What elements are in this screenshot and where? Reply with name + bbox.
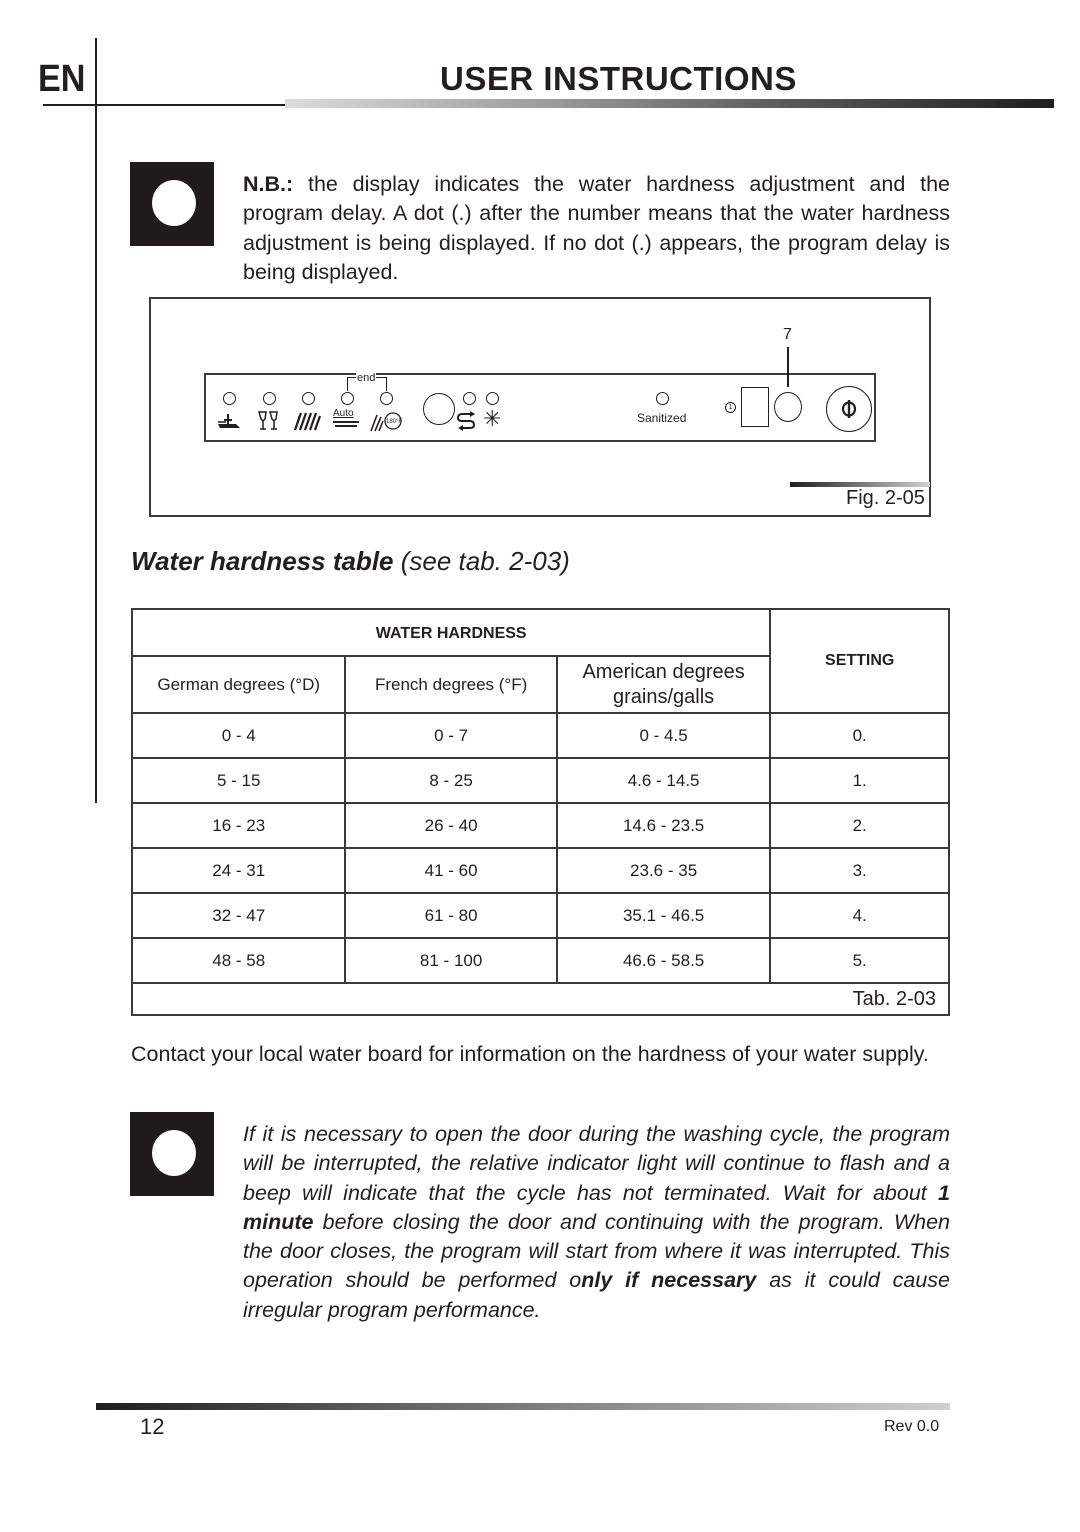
cell-setting: 2. — [769, 802, 950, 849]
table-row: 0 - 4 0 - 7 0 - 4.5 0. — [130, 712, 950, 759]
note-paragraph: N.B.: the display indicates the water ha… — [243, 170, 950, 287]
cell-american: 35.1 - 46.5 — [555, 892, 772, 939]
cell-french: 41 - 60 — [344, 847, 558, 894]
auto-label: Auto — [333, 408, 354, 419]
table-header-row: WATER HARDNESS SETTING — [130, 608, 950, 714]
cell-american: 46.6 - 58.5 — [555, 937, 772, 984]
auto-wash-icon: Auto — [333, 408, 361, 428]
indicator-led — [223, 392, 236, 405]
cell-american: 4.6 - 14.5 — [555, 757, 772, 804]
cell-german: 16 - 23 — [130, 802, 347, 849]
delay-icon: 1 — [725, 402, 736, 413]
cell-german: 5 - 15 — [130, 757, 347, 804]
section-heading-ref: (see tab. 2-03) — [393, 546, 570, 576]
cell-setting: 4. — [769, 892, 950, 939]
cell-american: 23.6 - 35 — [555, 847, 772, 894]
half-load-icon — [456, 410, 480, 437]
power-button[interactable] — [826, 386, 872, 432]
figure-caption: Fig. 2-05 — [846, 487, 925, 509]
cell-french: 8 - 25 — [344, 757, 558, 804]
table-row: 16 - 23 26 - 40 14.6 - 23.5 2. — [130, 802, 950, 849]
cell-german: 32 - 47 — [130, 892, 347, 939]
warning-text-1: If it is necessary to open the door duri… — [243, 1122, 950, 1205]
cell-setting: 0. — [769, 712, 950, 759]
revision-label: Rev 0.0 — [884, 1418, 940, 1435]
cell-german: 0 - 4 — [130, 712, 347, 759]
table-row: 5 - 15 8 - 25 4.6 - 14.5 1. — [130, 757, 950, 804]
cell-french: 26 - 40 — [344, 802, 558, 849]
setting-header: SETTING — [769, 608, 950, 714]
cell-setting: 5. — [769, 937, 950, 984]
note-circle-icon — [130, 162, 214, 246]
indicator-led — [656, 392, 669, 405]
col-header-american: American degrees grains/galls — [555, 655, 772, 714]
note-label: N.B.: — [243, 172, 294, 196]
table-row: 32 - 47 61 - 80 35.1 - 46.5 4. — [130, 892, 950, 939]
note-circle-icon — [130, 1112, 214, 1196]
glasses-icon — [257, 410, 279, 436]
cell-french: 0 - 7 — [344, 712, 558, 759]
callout-line — [787, 347, 789, 387]
indicator-led — [486, 392, 499, 405]
col-header-french: French degrees (°F) — [344, 655, 558, 714]
rinse-icon — [293, 410, 322, 436]
cell-setting: 1. — [769, 757, 950, 804]
rinse-aid-icon: ✳ — [483, 406, 502, 431]
indicator-led — [302, 392, 315, 405]
cell-german: 48 - 58 — [130, 937, 347, 984]
page-number: 12 — [140, 1414, 165, 1439]
group-header: WATER HARDNESS — [130, 608, 772, 657]
pots-pans-icon — [216, 410, 242, 436]
footer-gradient-bar — [96, 1403, 950, 1410]
indicator-led — [380, 392, 393, 405]
cell-american: 0 - 4.5 — [555, 712, 772, 759]
table-row: 48 - 58 81 - 100 46.6 - 58.5 5. — [130, 937, 950, 984]
indicator-led — [341, 392, 354, 405]
indicator-led — [263, 392, 276, 405]
cell-setting: 3. — [769, 847, 950, 894]
table-caption-row: Tab. 2-03 — [131, 982, 950, 1016]
section-heading: Water hardness table (see tab. 2-03) — [131, 546, 570, 577]
language-code: EN — [38, 58, 86, 100]
section-heading-bold: Water hardness table — [131, 546, 394, 576]
end-label: end — [356, 372, 377, 384]
note-text: the display indicates the water hardness… — [243, 172, 950, 284]
cell-american: 14.6 - 23.5 — [555, 802, 772, 849]
water-hardness-table: WATER HARDNESS SETTING German degrees (°… — [130, 608, 950, 1016]
table-caption: Tab. 2-03 — [131, 982, 950, 1016]
callout-number: 7 — [783, 326, 792, 343]
title-gradient-bar — [285, 99, 1054, 108]
warning-bold-2: nly if necessary — [581, 1268, 757, 1293]
sanitize-wash-icon: 180°F — [369, 409, 403, 438]
header-rule — [43, 104, 288, 106]
cell-french: 61 - 80 — [344, 892, 558, 939]
cell-german: 24 - 31 — [130, 847, 347, 894]
power-icon — [841, 399, 856, 418]
contact-paragraph: Contact your local water board for infor… — [131, 1042, 929, 1066]
col-header-german: German degrees (°D) — [130, 655, 347, 714]
sanitized-label: Sanitized — [637, 411, 687, 425]
delay-button[interactable] — [774, 392, 802, 422]
cell-french: 81 - 100 — [344, 937, 558, 984]
program-button[interactable] — [423, 393, 455, 425]
digit-display — [741, 387, 769, 427]
page-title: USER INSTRUCTIONS — [440, 60, 797, 97]
margin-rule — [95, 38, 97, 803]
indicator-led — [463, 392, 476, 405]
table-row: 24 - 31 41 - 60 23.6 - 35 3. — [130, 847, 950, 894]
warning-paragraph: If it is necessary to open the door duri… — [243, 1120, 950, 1325]
svg-text:180°F: 180°F — [386, 419, 402, 425]
